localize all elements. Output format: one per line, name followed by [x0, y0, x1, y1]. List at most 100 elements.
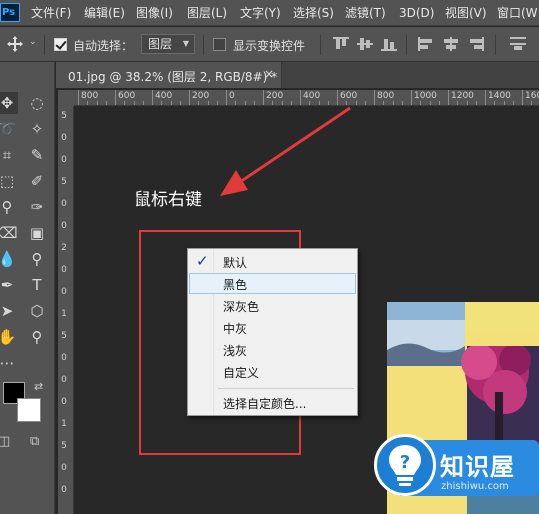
ruler-tick-label: 600 [118, 91, 136, 101]
menu-select[interactable]: 选择(S) [293, 4, 334, 22]
ruler-major-tick [485, 90, 486, 105]
align-horizontal-center-icon[interactable] [443, 37, 459, 51]
align-left-icon[interactable] [418, 37, 434, 51]
hand-icon[interactable]: ✋ [0, 326, 18, 348]
checkmark-icon: ✓ [196, 252, 209, 270]
ruler-minor-tick [87, 101, 89, 105]
menu-layer[interactable]: 图层(L) [187, 4, 227, 22]
align-top-icon[interactable] [333, 37, 349, 51]
menu-window[interactable]: 窗口(W [497, 4, 538, 22]
ruler-major-tick [411, 90, 412, 105]
screen-mode-icon[interactable]: ⧉ [30, 434, 39, 449]
ruler-tick-label: 0 [61, 133, 67, 143]
menu-3d[interactable]: 3D(D) [399, 4, 434, 22]
context-menu-item-dark-gray[interactable]: 深灰色 [189, 295, 356, 316]
background-color-swatch[interactable] [17, 398, 41, 422]
eraser-icon[interactable]: ⌫ [0, 222, 18, 244]
context-menu-item-custom[interactable]: 自定义 [189, 361, 356, 382]
quick-mask-icon[interactable]: ◫ [0, 434, 10, 449]
ruler-tick-label: 800 [377, 91, 395, 101]
ruler-minor-tick [420, 101, 422, 105]
shape-icon[interactable]: ⬡ [26, 300, 48, 322]
ruler-minor-tick [161, 101, 163, 105]
menu-file[interactable]: 文件(F) [31, 4, 71, 22]
magic-wand-icon[interactable]: ✧ [26, 118, 48, 140]
zoom-icon[interactable]: ⚲ [26, 326, 48, 348]
ruler-minor-tick [401, 101, 403, 105]
options-divider [495, 35, 496, 55]
document-tab[interactable]: 01.jpg @ 38.2% (图层 2, RGB/8#) * × [56, 62, 282, 88]
show-transform-checkbox[interactable] [213, 38, 226, 51]
watermark-logo: ? [374, 434, 436, 496]
menu-view[interactable]: 视图(V) [445, 4, 487, 22]
options-divider [203, 35, 204, 55]
menu-type[interactable]: 文字(Y) [240, 4, 281, 22]
context-menu-item-select-custom-color[interactable]: 选择自定颜色... [189, 392, 356, 413]
ruler-tick-label: 1 [61, 419, 67, 429]
swap-colors-icon[interactable]: ⇄ [34, 380, 43, 393]
align-bottom-icon[interactable] [381, 37, 397, 51]
context-menu-item-label: 默认 [223, 256, 248, 270]
ruler-origin[interactable] [58, 90, 74, 106]
ruler-tick-label: 1400 [488, 91, 511, 101]
ruler-major-tick [226, 90, 227, 105]
show-transform-label: 显示变换控件 [233, 39, 306, 53]
close-icon[interactable]: × [264, 67, 274, 81]
ruler-tick-label: 1 [61, 309, 67, 319]
menu-edit[interactable]: 编辑(E) [84, 4, 125, 22]
ruler-minor-tick [133, 101, 135, 105]
options-bar: ⌄ 自动选择： 图层 ▼ 显示变换控件 [0, 27, 539, 62]
document-tab-strip: 01.jpg @ 38.2% (图层 2, RGB/8#) * × [56, 62, 539, 88]
ruler-major-tick [300, 90, 301, 105]
menu-filter[interactable]: 滤镜(T) [345, 4, 386, 22]
type-icon[interactable]: T [26, 274, 48, 296]
auto-select-dropdown[interactable]: 图层 ▼ [141, 34, 195, 54]
context-menu-item-medium-gray[interactable]: 中灰 [189, 317, 356, 338]
distribute-top-icon[interactable] [510, 37, 526, 51]
move-tool-icon[interactable]: ✥ [0, 92, 18, 114]
stamp-icon[interactable]: ⚲ [0, 196, 18, 218]
frame-icon[interactable]: ⬚ [0, 170, 18, 192]
ruler-major-tick [448, 90, 449, 105]
auto-select-checkbox[interactable] [54, 38, 67, 51]
path-selection-icon[interactable]: ➤ [0, 300, 18, 322]
vertical-ruler[interactable]: 5 0 0 5 0 0 2 0 0 1 5 0 0 0 1 5 0 0 [58, 106, 74, 514]
ruler-minor-tick [355, 101, 357, 105]
blur-icon[interactable]: 💧 [0, 248, 18, 270]
ruler-tick-label: 0 [61, 463, 67, 473]
ruler-tick-label: 1600 [525, 91, 539, 101]
ruler-minor-tick [383, 101, 385, 105]
ruler-minor-tick [96, 101, 98, 105]
ruler-major-tick [78, 90, 79, 105]
align-vertical-center-icon[interactable] [357, 37, 373, 51]
eyedropper-icon[interactable]: ✎ [26, 144, 48, 166]
brush-icon[interactable]: ✐ [26, 170, 48, 192]
elliptical-marquee-icon[interactable]: ◌ [26, 92, 48, 114]
history-brush-icon[interactable]: ✑ [26, 196, 48, 218]
context-menu-item-default[interactable]: ✓ 默认 [189, 251, 356, 272]
gradient-icon[interactable]: ▣ [26, 222, 48, 244]
crop-icon[interactable]: ⌗ [0, 144, 18, 166]
lasso-icon[interactable]: ➰ [0, 118, 18, 140]
context-menu-item-label: 中灰 [223, 322, 248, 336]
menu-image[interactable]: 图像(I) [136, 4, 173, 22]
tool-preset-chevron-icon[interactable]: ⌄ [29, 37, 37, 47]
ruler-minor-tick [142, 101, 144, 105]
photoshop-logo[interactable]: Ps [0, 3, 20, 22]
pen-icon[interactable]: ✒ [0, 274, 18, 296]
ruler-minor-tick [457, 101, 459, 105]
move-tool-icon[interactable] [7, 36, 23, 52]
ruler-minor-tick [179, 101, 181, 105]
align-right-icon[interactable] [468, 37, 484, 51]
options-divider [320, 35, 321, 55]
watermark-title: 知识屋 [440, 453, 515, 481]
context-menu-item-light-gray[interactable]: 浅灰 [189, 339, 356, 360]
ruler-minor-tick [170, 101, 172, 105]
context-menu-item-black[interactable]: 黑色 [189, 273, 356, 294]
dodge-icon[interactable]: ⚲ [26, 248, 48, 270]
canvas-color-context-menu: ✓ 默认 黑色 深灰色 中灰 浅灰 自定义 选择自定颜色... [187, 248, 358, 416]
ruler-tick-label: 1000 [414, 91, 437, 101]
annotation-right-click-label: 鼠标右键 [134, 190, 202, 210]
more-tools-icon[interactable]: ⋯ [0, 352, 18, 374]
ruler-minor-tick [531, 101, 533, 105]
